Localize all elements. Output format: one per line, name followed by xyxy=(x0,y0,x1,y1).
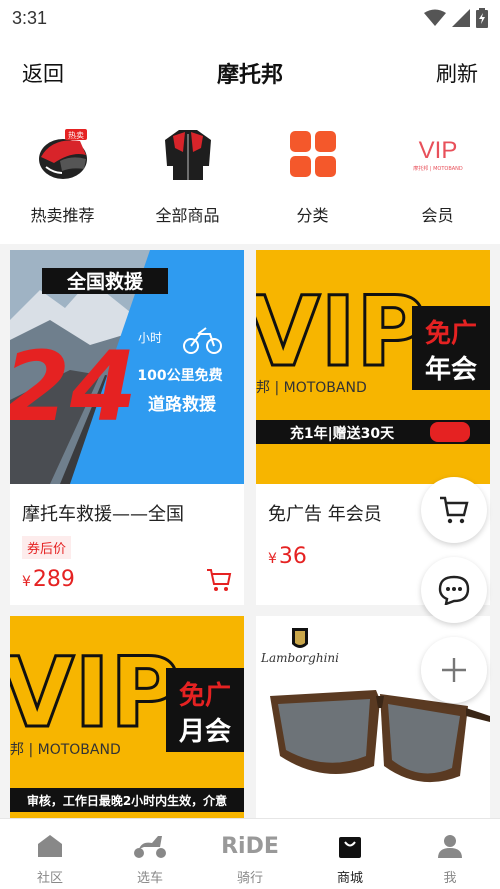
tab-ride[interactable]: RiDE 骑行 xyxy=(200,819,300,889)
vip-watermark: VIP xyxy=(10,637,180,749)
banner-headline: 全国救援 xyxy=(66,270,144,293)
category-row: 热卖 热卖推荐 全部商品 分类 VIP 摩托邦 | MOTOBAND 会员 xyxy=(0,110,500,244)
brand-text: 邦 | MOTOBAND xyxy=(256,380,367,396)
signal-icon xyxy=(452,9,470,27)
category-label: 热卖推荐 xyxy=(30,206,95,225)
home-icon xyxy=(38,835,62,857)
category-all[interactable]: 全部商品 xyxy=(125,110,250,244)
status-icons xyxy=(424,8,488,28)
coupon-badge: 券后价 xyxy=(22,536,72,559)
shopping-bag-icon xyxy=(339,837,361,858)
product-image: 全国救援 24 小时 100公里免费 道路救援 xyxy=(10,250,244,484)
app-screen: 3:31 返回 摩托邦 刷新 热卖 热卖推荐 全部商品 分类 VIP 摩托邦 |… xyxy=(0,0,500,889)
banner-24: 24 xyxy=(10,331,137,443)
tab-label: 选车 xyxy=(136,871,163,886)
category-label: 分类 xyxy=(296,206,329,225)
add-fab[interactable] xyxy=(421,637,487,703)
tag-annual: 年会 xyxy=(425,354,477,385)
plus-icon xyxy=(442,658,466,682)
vip-watermark: VIP xyxy=(256,276,426,388)
tab-label: 我 xyxy=(443,871,457,886)
category-member[interactable]: VIP 摩托邦 | MOTOBAND 会员 xyxy=(375,110,500,244)
tab-mall[interactable]: 商城 xyxy=(300,819,400,889)
tag-monthly: 月会 xyxy=(178,717,231,747)
top-nav: 返回 摩托邦 刷新 xyxy=(0,36,500,110)
ride-icon: RiDE xyxy=(221,833,279,859)
tab-community[interactable]: 社区 xyxy=(0,819,100,889)
person-icon xyxy=(438,835,462,858)
product-image: VIP 邦 | MOTOBAND 免广 月会 审核，工作日最晚2小时内生效，介意 xyxy=(10,616,244,818)
add-to-cart-icon[interactable] xyxy=(206,568,232,592)
grid-icon xyxy=(281,122,345,186)
price: ¥36 xyxy=(268,544,307,569)
scooter-icon xyxy=(134,836,166,858)
banner-unit: 小时 xyxy=(138,331,162,345)
promo-strip: 充1年|赠送30天 xyxy=(290,425,395,442)
brand-text: Lamborghini xyxy=(260,651,339,665)
product-name: 摩托车救援——全国 xyxy=(22,504,184,525)
vip-logo-text: VIP xyxy=(418,137,457,164)
price: ¥289 xyxy=(22,567,75,592)
banner-line2: 道路救援 xyxy=(148,394,217,415)
back-button[interactable]: 返回 xyxy=(22,58,64,88)
cart-icon xyxy=(440,496,469,524)
tab-label: 商城 xyxy=(336,871,363,886)
tab-select-car[interactable]: 选车 xyxy=(100,819,200,889)
sunglasses-image xyxy=(270,690,490,783)
price-row: ¥289 xyxy=(10,559,244,592)
product-card-rescue[interactable]: 全国救援 24 小时 100公里免费 道路救援 摩托车救援——全国 券后价 ¥2… xyxy=(10,250,244,605)
refresh-button[interactable]: 刷新 xyxy=(436,58,478,88)
cart-fab[interactable] xyxy=(421,477,487,543)
category-classify[interactable]: 分类 xyxy=(250,110,375,244)
promo-strip: 审核，工作日最晚2小时内生效，介意 xyxy=(27,793,227,808)
product-card-annual-vip[interactable]: VIP 邦 | MOTOBAND 免广 年会 充1年|赠送30天 免广告 年会员… xyxy=(256,250,490,605)
status-time: 3:31 xyxy=(12,7,48,28)
product-image: VIP 邦 | MOTOBAND 免广 年会 充1年|赠送30天 xyxy=(256,250,490,484)
tab-label: 骑行 xyxy=(236,871,263,886)
chat-icon xyxy=(438,575,470,605)
lamborghini-logo xyxy=(292,628,308,648)
hot-badge: 热卖 xyxy=(68,130,84,140)
chat-fab[interactable] xyxy=(421,557,487,623)
banner-line1: 100公里免费 xyxy=(137,367,222,384)
bottom-tab-bar: 社区 选车 RiDE 骑行 商城 我 xyxy=(0,818,500,889)
category-hot[interactable]: 热卖 热卖推荐 xyxy=(0,110,125,244)
category-label: 全部商品 xyxy=(155,206,220,225)
brand-text: 邦 | MOTOBAND xyxy=(10,742,121,758)
tag-no-ads: 免广 xyxy=(179,680,231,711)
helmet-icon: 热卖 xyxy=(31,122,95,186)
battery-icon xyxy=(476,8,488,28)
tag-no-ads: 免广 xyxy=(425,318,477,349)
category-label: 会员 xyxy=(421,206,454,225)
wifi-icon xyxy=(424,9,446,26)
product-card-monthly-vip[interactable]: VIP 邦 | MOTOBAND 免广 月会 审核，工作日最晚2小时内生效，介意 xyxy=(10,616,244,818)
vip-logo-sub: 摩托邦 | MOTOBAND xyxy=(413,165,463,172)
tab-label: 社区 xyxy=(36,871,63,886)
page-title: 摩托邦 xyxy=(216,63,283,88)
vip-icon: VIP 摩托邦 | MOTOBAND xyxy=(406,122,470,186)
status-bar: 3:31 xyxy=(0,0,500,36)
tab-me[interactable]: 我 xyxy=(400,819,500,889)
jacket-icon xyxy=(156,122,220,186)
